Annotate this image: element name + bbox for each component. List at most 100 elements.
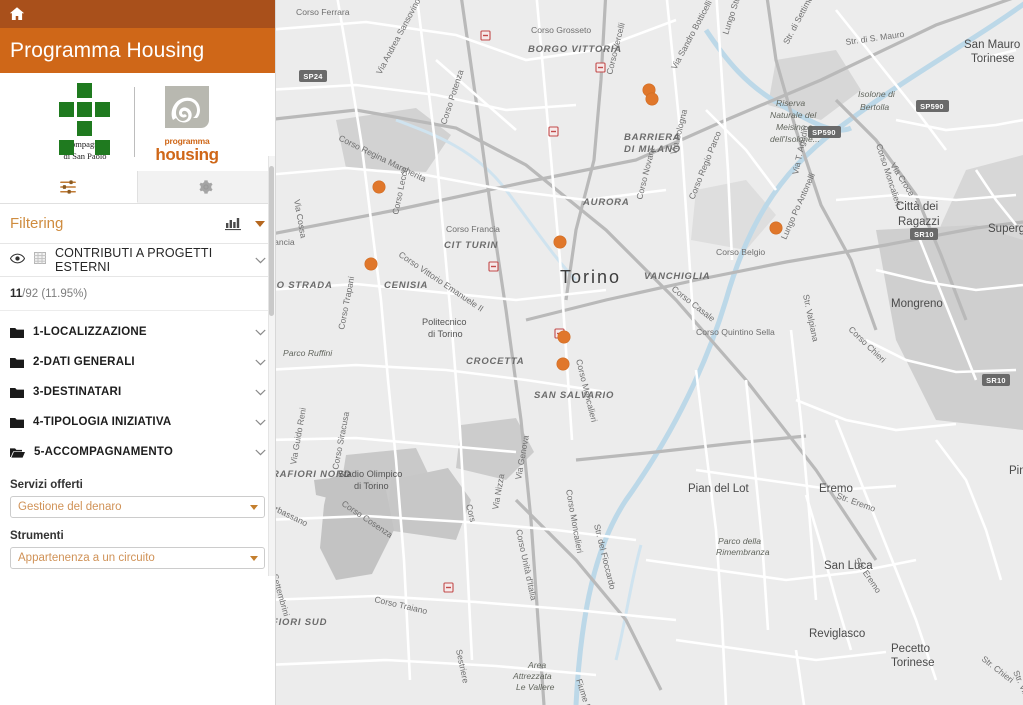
svg-text:Torinese: Torinese (891, 657, 934, 669)
svg-text:Corso Ferrara: Corso Ferrara (296, 7, 350, 17)
svg-text:Corso Francia: Corso Francia (446, 224, 500, 234)
programma-housing-logo: programma housing (146, 82, 228, 163)
svg-text:Corso Belgio: Corso Belgio (716, 247, 765, 257)
map-marker[interactable] (372, 180, 386, 194)
folder-closed-icon (10, 327, 24, 338)
svg-text:SP24: SP24 (303, 72, 323, 81)
svg-text:CENISIA: CENISIA (384, 280, 428, 291)
housing-snail-mark (165, 85, 209, 128)
page-title: Programma Housing (10, 38, 205, 62)
field-servizi-offerti: Servizi offerti Gestione del denaro (10, 479, 265, 518)
svg-text:CROCETTA: CROCETTA (466, 356, 524, 367)
category-chevron-icon[interactable] (255, 413, 266, 431)
folder-closed-icon (10, 417, 24, 428)
svg-text:Naturale del: Naturale del (770, 110, 817, 120)
map-canvas[interactable]: SP24 SP590 SP590 SR10 SR10 Torino BORGO … (276, 0, 1023, 705)
category-item-5[interactable]: 5-ACCOMPAGNAMENTO (0, 437, 275, 467)
svg-text:Mongreno: Mongreno (891, 298, 943, 310)
map-city-label: Torino (560, 267, 621, 287)
folder-closed-icon (10, 357, 24, 368)
panel-collapse-caret-icon[interactable] (255, 220, 265, 227)
map-marker[interactable] (769, 221, 783, 235)
logo-row: Compagnia di San Paolo programma housing (0, 73, 275, 171)
sidebar-tabs (0, 171, 275, 204)
svg-text:SP590: SP590 (920, 102, 944, 111)
app-title-bar: Programma Housing (0, 28, 275, 73)
layer-name-label: CONTRIBUTI A PROGETTI ESTERNI (55, 246, 213, 274)
csp-cross-mark (58, 83, 112, 155)
category-item-3[interactable]: 3-DESTINATARI (0, 377, 275, 407)
application-root: Programma Housing Compagnia di San Paolo (0, 0, 1023, 705)
svg-text:ZO STRADA: ZO STRADA (276, 280, 333, 291)
category-item-1[interactable]: 1-LOCALIZZAZIONE (0, 317, 275, 347)
select-value: Appartenenza a un circuito (18, 552, 155, 564)
strumenti-select[interactable]: Appartenenza a un circuito (10, 547, 265, 569)
category-chevron-icon[interactable] (255, 353, 266, 371)
category-label: 5-ACCOMPAGNAMENTO (34, 446, 174, 458)
svg-text:VANCHIGLIA: VANCHIGLIA (644, 271, 710, 282)
svg-text:Area: Area (527, 660, 546, 670)
sidebar-scrollbar-thumb[interactable] (269, 166, 274, 316)
svg-text:Pecetto: Pecetto (891, 643, 930, 655)
svg-text:SR10: SR10 (986, 376, 1006, 385)
svg-text:Isolone di: Isolone di (858, 89, 896, 99)
category-label: 2-DATI GENERALI (33, 356, 135, 368)
map-marker[interactable] (557, 330, 571, 344)
svg-text:Parco Ruffini: Parco Ruffini (283, 348, 333, 358)
table-icon[interactable] (34, 251, 46, 269)
svg-text:dell'Isolone...: dell'Isolone... (770, 134, 820, 144)
svg-text:Reviglasco: Reviglasco (809, 628, 865, 640)
sliders-icon (59, 179, 76, 194)
logo-divider (134, 87, 135, 157)
home-icon[interactable] (8, 5, 26, 23)
category-chevron-icon[interactable] (255, 443, 266, 461)
category-chevron-icon[interactable] (255, 383, 266, 401)
svg-text:Pian del Lot: Pian del Lot (688, 483, 750, 495)
map-marker[interactable] (645, 92, 659, 106)
svg-text:FIORI SUD: FIORI SUD (276, 617, 327, 628)
folder-open-icon (10, 447, 25, 458)
sidebar-panel: Programma Housing Compagnia di San Paolo (0, 0, 276, 705)
folder-closed-icon (10, 387, 24, 398)
svg-text:Rimembranza: Rimembranza (716, 547, 770, 557)
svg-text:Le Vallere: Le Vallere (516, 682, 555, 692)
map-marker[interactable] (556, 357, 570, 371)
svg-text:BORGO VITTORIA: BORGO VITTORIA (528, 44, 622, 55)
svg-text:SAN SALVARIO: SAN SALVARIO (534, 390, 614, 401)
compagnia-san-paolo-logo: Compagnia di San Paolo (47, 83, 123, 161)
map-vector-layer: SP24 SP590 SP590 SR10 SR10 Torino BORGO … (276, 0, 1023, 705)
count-total: /92 (11.95%) (22, 287, 88, 300)
category-chevron-icon[interactable] (255, 323, 266, 341)
tab-settings[interactable] (137, 171, 275, 203)
bar-chart-icon[interactable] (225, 216, 241, 231)
filtering-title: Filtering (10, 215, 64, 232)
map-marker[interactable] (553, 235, 567, 249)
category-item-4[interactable]: 4-TIPOLOGIA INIZIATIVA (0, 407, 275, 437)
svg-text:Riserva: Riserva (776, 98, 805, 108)
category-label: 1-LOCALIZZAZIONE (33, 326, 147, 338)
layer-row[interactable]: CONTRIBUTI A PROGETTI ESTERNI (0, 244, 275, 277)
caret-down-icon (250, 555, 258, 561)
svg-text:Corso Quintino Sella: Corso Quintino Sella (696, 327, 775, 337)
selection-count-row: 11/92 (11.95%) (0, 277, 275, 311)
layer-expand-chevron-icon[interactable] (255, 254, 266, 266)
gear-icon (199, 180, 213, 194)
svg-text:Francia: Francia (276, 237, 295, 247)
svg-text:Bertolla: Bertolla (860, 102, 889, 112)
servizi-offerti-select[interactable]: Gestione del denaro (10, 496, 265, 518)
svg-text:Ragazzi: Ragazzi (898, 216, 940, 228)
map-marker[interactable] (364, 257, 378, 271)
category-item-2[interactable]: 2-DATI GENERALI (0, 347, 275, 377)
eye-icon[interactable] (9, 251, 26, 269)
svg-text:SR10: SR10 (914, 230, 934, 239)
category-label: 4-TIPOLOGIA INIZIATIVA (33, 416, 172, 428)
field-strumenti: Strumenti Appartenenza a un circuito (10, 530, 265, 569)
tab-filters[interactable] (0, 171, 138, 203)
select-value: Gestione del denaro (18, 501, 122, 513)
svg-text:Corso Grosseto: Corso Grosseto (531, 25, 591, 35)
filtering-header: Filtering (0, 204, 275, 244)
count-selected: 11 (10, 287, 23, 300)
category-label: 3-DESTINATARI (33, 386, 122, 398)
svg-text:Politecnico: Politecnico (422, 317, 466, 327)
svg-text:di Torino: di Torino (428, 329, 463, 339)
